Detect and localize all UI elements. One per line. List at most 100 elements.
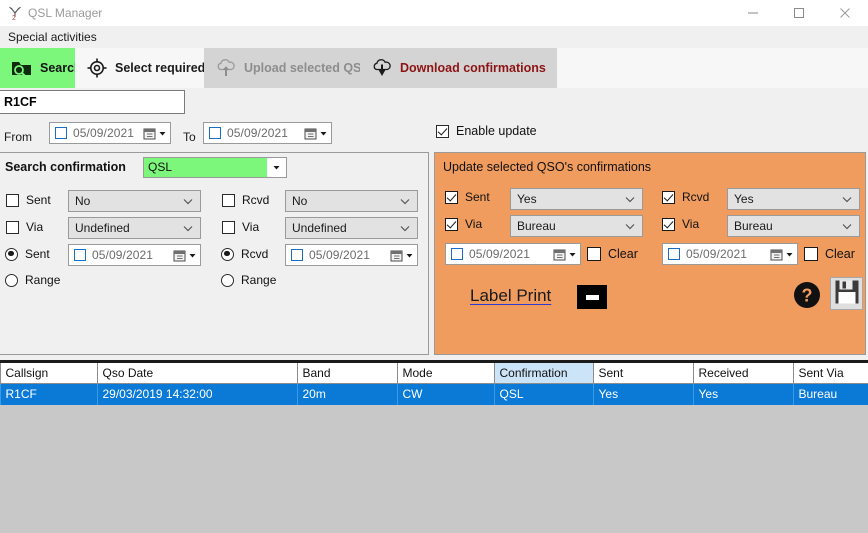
update-rcvd-label: Rcvd — [682, 190, 710, 204]
help-button[interactable]: ? — [793, 281, 821, 309]
column-header-sent[interactable]: Sent — [593, 363, 694, 384]
update-rcvd-select[interactable]: Yes — [727, 188, 860, 210]
search-rcvd-range-radio[interactable] — [221, 273, 234, 287]
from-date-checkbox[interactable] — [55, 127, 67, 139]
update-sent-clear-label: Clear — [608, 247, 638, 261]
search-confirmation-dropdown-button[interactable] — [267, 157, 287, 178]
column-header-qso-date[interactable]: Qso Date — [97, 363, 298, 384]
update-rcvd-clear-row[interactable]: Clear — [804, 247, 855, 261]
chevron-down-icon — [569, 252, 576, 256]
search-sent-via-checkbox[interactable] — [6, 220, 19, 234]
update-sent-via-checkbox[interactable] — [445, 217, 458, 231]
select-required-button[interactable]: Select required — [75, 48, 217, 88]
enable-update-checkbox[interactable] — [436, 124, 449, 138]
update-rcvd-checkbox[interactable] — [662, 190, 675, 204]
search-rcvd-calendar-icon[interactable] — [390, 249, 414, 262]
update-rcvd-date-picker[interactable]: 05/09/2021 — [662, 243, 798, 265]
search-rcvd-via-checkbox[interactable] — [222, 220, 235, 234]
chevron-down-icon — [183, 198, 193, 204]
label-print-link[interactable]: Label Print — [470, 286, 551, 306]
search-rcvd-date-radio[interactable] — [221, 247, 234, 261]
label-print-minus-button[interactable] — [577, 285, 607, 309]
search-sent-date-checkbox[interactable] — [74, 249, 86, 261]
update-sent-select[interactable]: Yes — [510, 188, 643, 210]
floppy-save-icon — [834, 279, 860, 308]
search-rcvd-select[interactable]: No — [285, 190, 418, 212]
chevron-down-icon — [625, 196, 635, 202]
search-rcvd-range-radio-row[interactable]: Range — [221, 273, 276, 287]
search-sent-label: Sent — [26, 193, 51, 207]
results-table: Callsign Qso Date Band Mode Confirmation Sent… — [0, 363, 868, 405]
search-sent-checkbox[interactable] — [6, 193, 19, 207]
search-rcvd-date-picker[interactable]: 05/09/2021 — [285, 244, 418, 266]
to-label: To — [183, 130, 196, 144]
search-sent-checkbox-row[interactable]: Sent — [6, 193, 51, 207]
cell-sent-via[interactable]: Bureau — [793, 383, 868, 405]
search-rcvd-checkbox[interactable] — [222, 193, 235, 207]
enable-update-row[interactable]: Enable update — [436, 124, 537, 138]
update-sent-clear-row[interactable]: Clear — [587, 247, 638, 261]
from-date-picker[interactable]: 05/09/2021 — [49, 122, 171, 144]
update-sent-date-picker[interactable]: 05/09/2021 — [445, 243, 581, 265]
to-calendar-icon[interactable] — [304, 127, 328, 140]
to-date-picker[interactable]: 05/09/2021 — [203, 122, 332, 144]
update-rcvd-via-select[interactable]: Bureau — [727, 215, 860, 237]
close-button[interactable] — [822, 0, 868, 26]
search-sent-via-checkbox-row[interactable]: Via — [6, 220, 43, 234]
update-rcvd-via-checkbox[interactable] — [662, 217, 675, 231]
menu-item-special-activities[interactable]: Special activities — [8, 29, 97, 45]
cell-received[interactable]: Yes — [693, 383, 794, 405]
upload-selected-qso-button[interactable]: Upload selected QSO — [204, 48, 383, 88]
update-rcvd-date-checkbox[interactable] — [668, 248, 680, 260]
update-sent-label: Sent — [465, 190, 490, 204]
search-sent-date-picker[interactable]: 05/09/2021 — [68, 244, 201, 266]
search-confirmation-select[interactable]: QSL — [143, 157, 268, 178]
callsign-input[interactable] — [0, 90, 185, 114]
minimize-button[interactable] — [730, 0, 776, 26]
search-rcvd-via-checkbox-row[interactable]: Via — [222, 220, 259, 234]
column-header-received[interactable]: Received — [693, 363, 794, 384]
column-header-confirmation[interactable]: Confirmation — [494, 363, 594, 384]
update-rcvd-clear-checkbox[interactable] — [804, 247, 818, 261]
update-sent-checkbox[interactable] — [445, 190, 458, 204]
update-rcvd-calendar-icon[interactable] — [770, 248, 794, 261]
cell-qso-date[interactable]: 29/03/2019 14:32:00 — [97, 383, 298, 405]
search-rcvd-date-radio-row[interactable]: Rcvd — [221, 247, 268, 261]
table-row[interactable]: R1CF 29/03/2019 14:32:00 20m CW QSL Yes Yes Bur… — [0, 383, 868, 405]
search-sent-date-radio[interactable] — [5, 247, 18, 261]
search-rcvd-via-select[interactable]: Undefined — [285, 217, 418, 239]
search-sent-range-radio-row[interactable]: Range — [5, 273, 60, 287]
update-rcvd-checkbox-row[interactable]: Rcvd — [662, 190, 709, 204]
from-calendar-icon[interactable] — [143, 127, 167, 140]
update-rcvd-via-checkbox-row[interactable]: Via — [662, 217, 699, 231]
search-rcvd-select-value: No — [292, 194, 308, 208]
chevron-down-icon — [786, 252, 793, 256]
save-button[interactable] — [830, 277, 863, 310]
search-sent-date-radio-row[interactable]: Sent — [5, 247, 50, 261]
search-sent-range-radio[interactable] — [5, 273, 18, 287]
cell-confirmation[interactable]: QSL — [494, 383, 594, 405]
search-sent-calendar-icon[interactable] — [173, 249, 197, 262]
column-header-band[interactable]: Band — [297, 363, 398, 384]
menu-bar: Special activities — [0, 26, 868, 48]
to-date-checkbox[interactable] — [209, 127, 221, 139]
cell-mode[interactable]: CW — [397, 383, 495, 405]
update-sent-checkbox-row[interactable]: Sent — [445, 190, 490, 204]
search-rcvd-date-checkbox[interactable] — [291, 249, 303, 261]
column-header-mode[interactable]: Mode — [397, 363, 495, 384]
column-header-sent-via[interactable]: Sent Via — [793, 363, 868, 384]
update-sent-via-select[interactable]: Bureau — [510, 215, 643, 237]
cell-band[interactable]: 20m — [297, 383, 398, 405]
column-header-callsign[interactable]: Callsign — [0, 363, 98, 384]
update-sent-date-checkbox[interactable] — [451, 248, 463, 260]
update-sent-calendar-icon[interactable] — [553, 248, 577, 261]
search-sent-via-select[interactable]: Undefined — [68, 217, 201, 239]
download-confirmations-button[interactable]: Download confirmations — [360, 48, 557, 88]
maximize-button[interactable] — [776, 0, 822, 26]
update-sent-clear-checkbox[interactable] — [587, 247, 601, 261]
search-rcvd-checkbox-row[interactable]: Rcvd — [222, 193, 269, 207]
update-sent-via-checkbox-row[interactable]: Via — [445, 217, 482, 231]
cell-sent[interactable]: Yes — [593, 383, 694, 405]
cell-callsign[interactable]: R1CF — [0, 383, 98, 405]
search-sent-select[interactable]: No — [68, 190, 201, 212]
